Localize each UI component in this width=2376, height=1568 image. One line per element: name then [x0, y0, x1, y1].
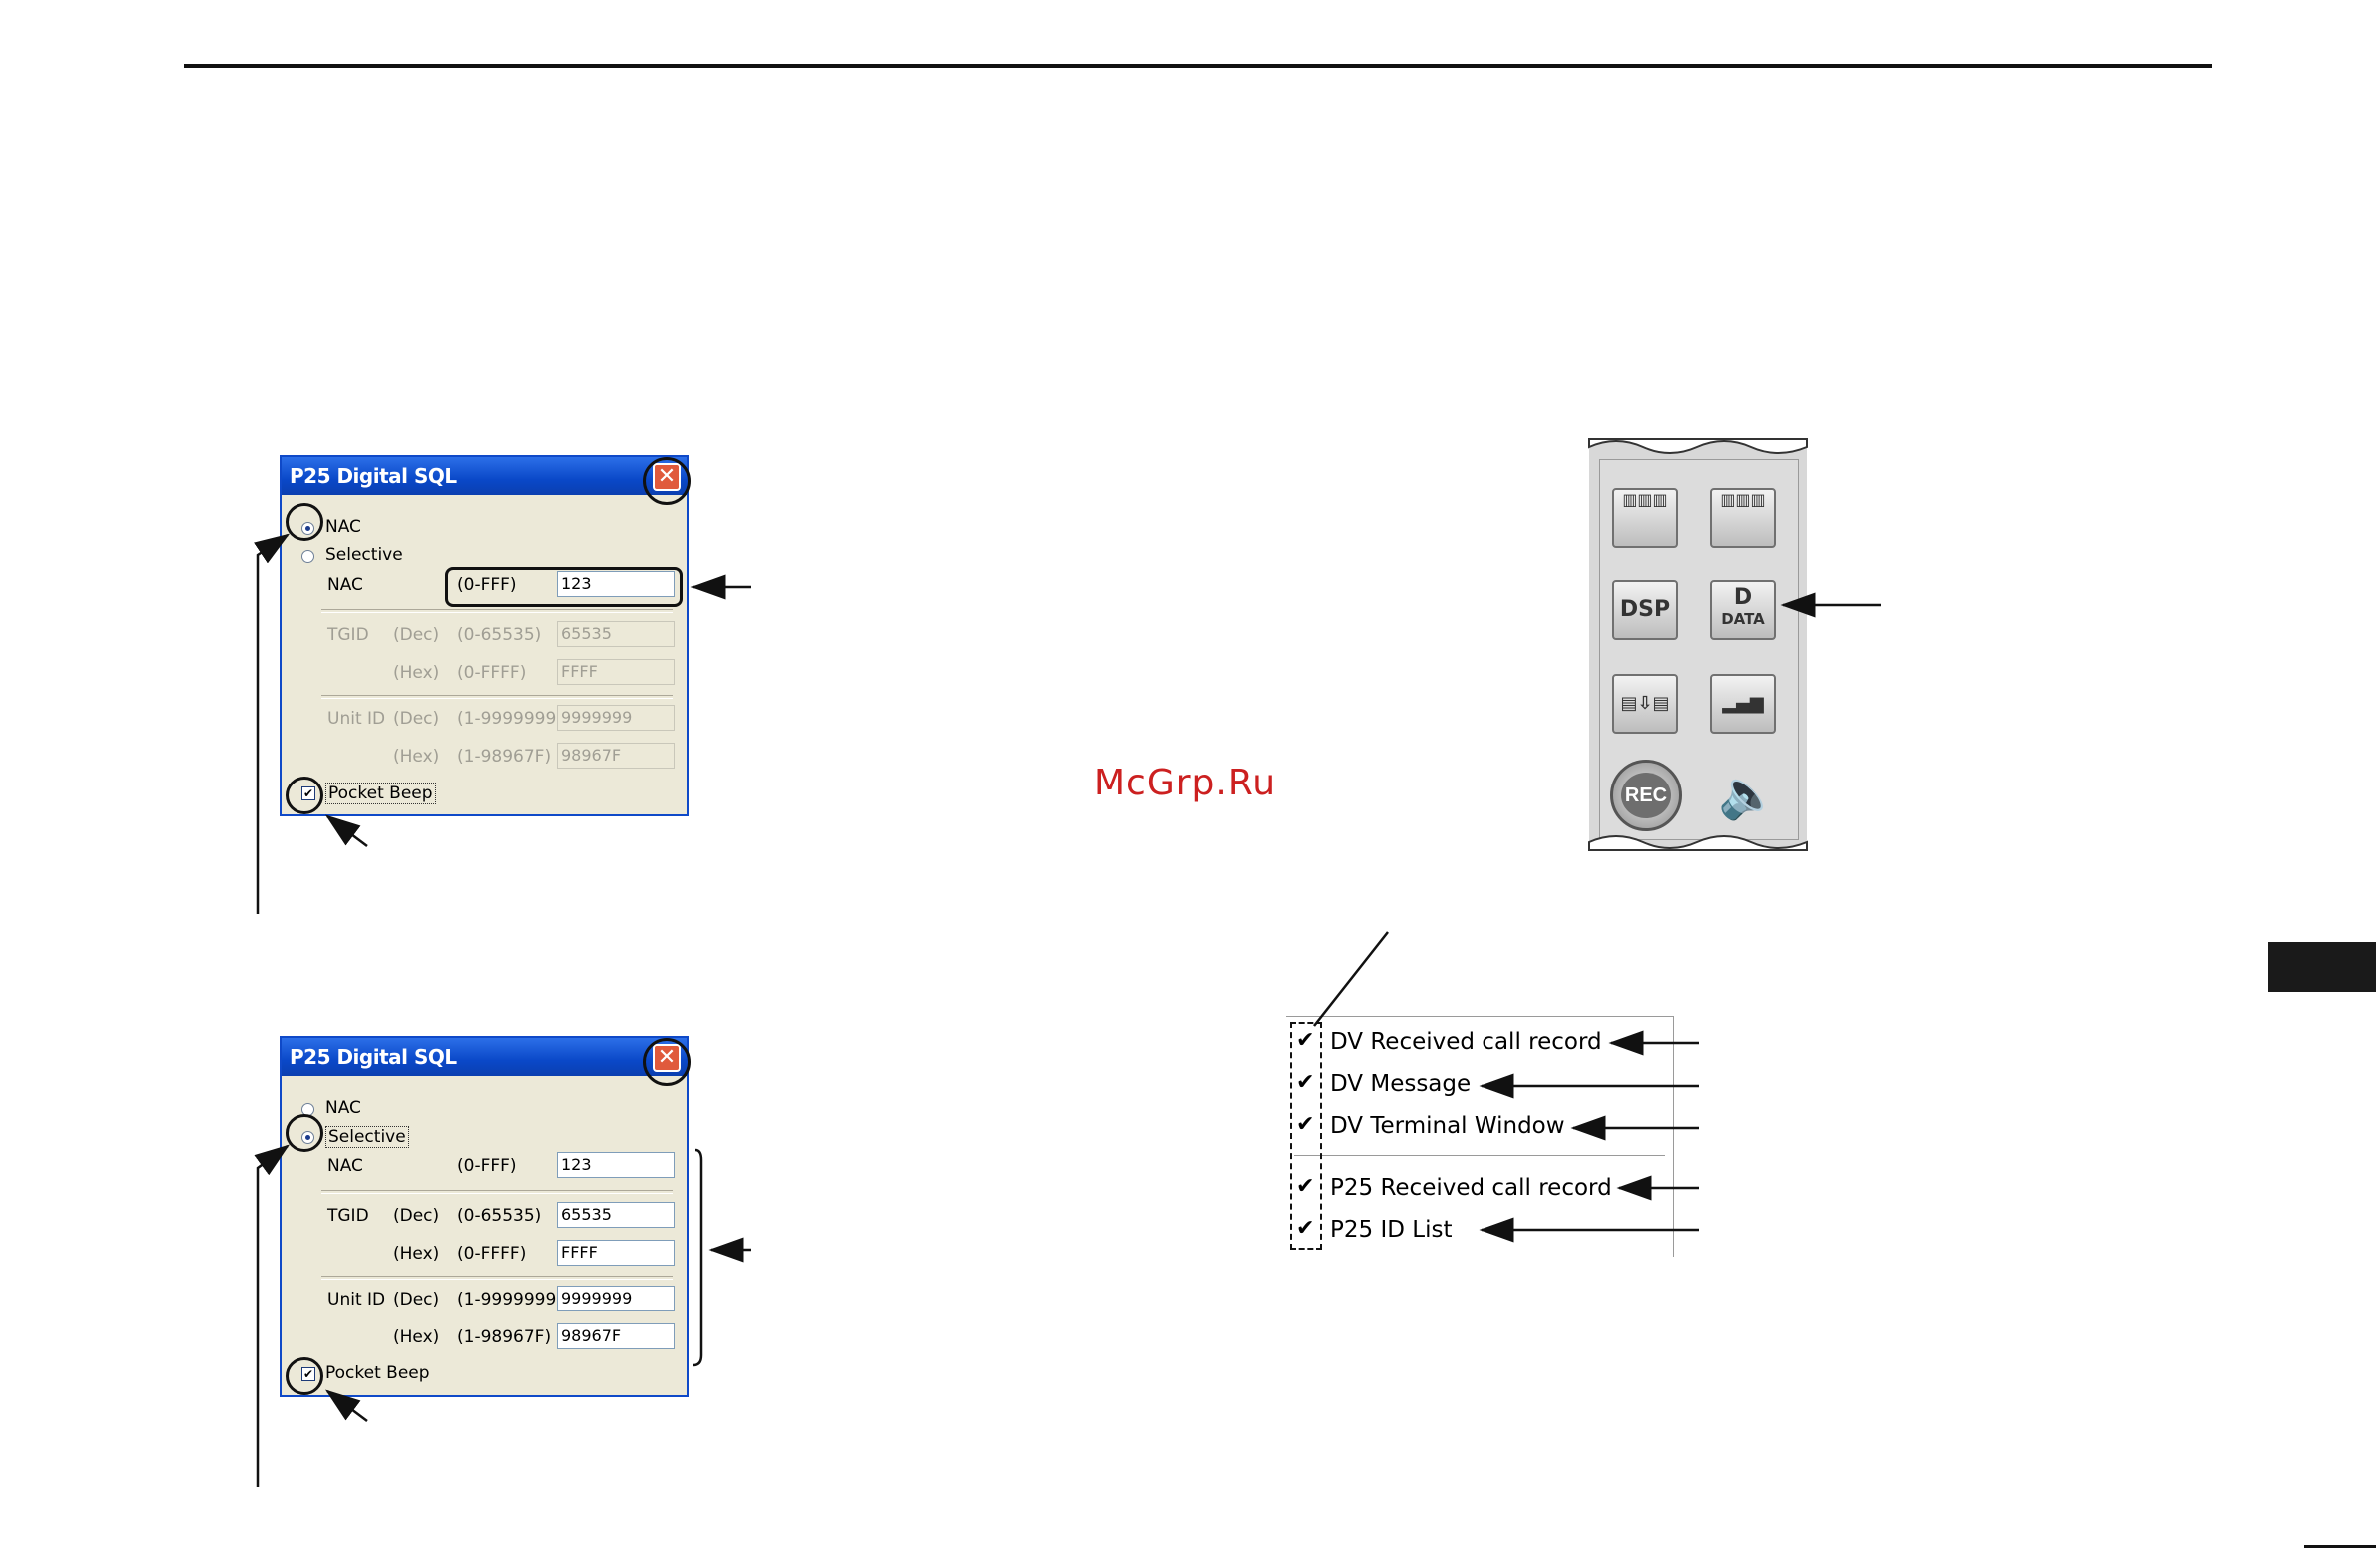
leader-checkmarks	[1313, 931, 1389, 1027]
arrow-pocket-beep	[325, 814, 368, 847]
leader-lines	[254, 438, 1881, 1487]
arrow-selective-radio	[254, 1144, 291, 1487]
arrow-pocket-beep	[325, 1389, 368, 1422]
arrow-nac-radio	[254, 533, 291, 914]
bracket-selective-fields	[692, 1148, 703, 1367]
